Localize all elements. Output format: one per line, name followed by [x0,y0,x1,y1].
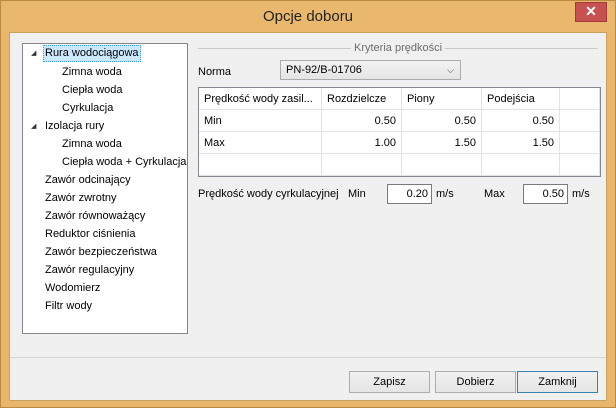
options-tree[interactable]: ◢ Rura wodociągowa Zimna woda Ciepła wod… [22,43,188,334]
dialog-window: Opcje doboru ✕ ◢ Rura wodociągowa Zimna … [0,0,616,408]
grid-cell[interactable]: 0.50 [322,110,402,132]
grid-cell-empty [482,154,560,176]
grid-header[interactable]: Prędkość wody zasil... [199,88,322,110]
grid-cell[interactable]: 0.50 [482,110,560,132]
select-button[interactable]: Dobierz [435,371,516,393]
tree-item-zimna-woda[interactable]: Zimna woda [60,64,124,81]
norma-value: PN-92/B-01706 [286,64,362,76]
velocity-grid[interactable]: Prędkość wody zasil... Rozdzielcze Piony… [198,87,601,177]
grid-header[interactable]: Piony [402,88,482,110]
tree-item-ciepla-woda-cyrkulacja[interactable]: Ciepła woda + Cyrkulacja [60,154,188,171]
circulation-label: Prędkość wody cyrkulacyjnej [198,188,339,200]
footer-divider [10,357,606,358]
grid-cell[interactable]: Min [199,110,322,132]
circulation-min-label: Min [348,188,366,200]
expand-icon[interactable]: ◢ [31,50,39,58]
tree-item-izolacja-zimna-woda[interactable]: Zimna woda [60,136,124,153]
tree-item-ciepla-woda[interactable]: Ciepła woda [60,82,125,99]
grid-cell-empty [322,154,402,176]
tree-item-zawor-bezpieczenstwa[interactable]: Zawór bezpieczeństwa [43,244,159,261]
tree-item-zawor-regulacyjny[interactable]: Zawór regulacyjny [43,262,136,279]
grid-cell[interactable]: 1.00 [322,132,402,154]
circulation-max-label: Max [484,188,505,200]
grid-cell[interactable]: 1.50 [402,132,482,154]
grid-cell-empty [560,132,600,154]
window-title: Opcje doboru [262,8,354,25]
grid-cell[interactable]: 0.50 [402,110,482,132]
tree-item-cyrkulacja[interactable]: Cyrkulacja [60,100,115,117]
grid-header[interactable]: Rozdzielcze [322,88,402,110]
tree-item-rura-wodociagowa[interactable]: Rura wodociągowa [43,45,141,62]
close-icon[interactable]: ✕ [575,2,607,22]
norma-label: Norma [198,66,232,78]
grid-header[interactable]: Podejścia [482,88,560,110]
title-bar[interactable]: Opcje doboru ✕ [1,1,615,32]
grid-cell[interactable]: Max [199,132,322,154]
grid-cell-empty [199,154,322,176]
circulation-min-unit: m/s [436,188,454,200]
tree-item-filtr-wody[interactable]: Filtr wody [43,298,94,315]
circulation-min-input[interactable]: 0.20 [387,184,432,204]
tree-item-wodomierz[interactable]: Wodomierz [43,280,102,297]
norma-dropdown[interactable]: PN-92/B-01706 ⌵ [280,60,461,80]
tree-item-zawor-rownowazacy[interactable]: Zawór równoważący [43,208,147,225]
tree-item-reduktor-cisnienia[interactable]: Reduktor ciśnienia [43,226,138,243]
circulation-max-input[interactable]: 0.50 [523,184,568,204]
expand-icon[interactable]: ◢ [31,123,39,131]
dialog-client-area: ◢ Rura wodociągowa Zimna woda Ciepła wod… [9,32,607,401]
tree-item-zawor-odcinajacy[interactable]: Zawór odcinający [43,172,133,189]
grid-cell-empty [402,154,482,176]
chevron-down-icon: ⌵ [447,65,454,75]
grid-header-empty [560,88,600,110]
circulation-max-unit: m/s [572,188,590,200]
tree-item-izolacja-rury[interactable]: Izolacja rury [43,118,106,135]
tree-item-zawor-zwrotny[interactable]: Zawór zwrotny [43,190,119,207]
save-button[interactable]: Zapisz [349,371,430,393]
grid-cell-empty [560,154,600,176]
grid-cell-empty [560,110,600,132]
close-button[interactable]: Zamknij [517,371,598,393]
group-title: Kryteria prędkości [351,42,446,54]
grid-cell[interactable]: 1.50 [482,132,560,154]
